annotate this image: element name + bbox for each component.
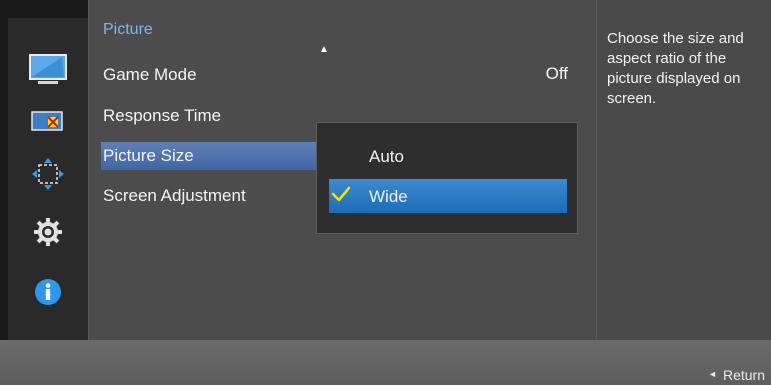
return-button[interactable]: ◄ Return bbox=[708, 367, 765, 383]
menu-item-game-mode[interactable]: Game Mode bbox=[103, 62, 197, 88]
option-auto[interactable]: Auto bbox=[369, 147, 404, 167]
help-text: Choose the size and aspect ratio of the … bbox=[607, 30, 744, 107]
help-panel: Choose the size and aspect ratio of the … bbox=[596, 0, 771, 346]
menu-item-screen-adjustment[interactable]: Screen Adjustment bbox=[103, 183, 246, 209]
menu-item-picture-size[interactable]: Picture Size bbox=[103, 143, 194, 169]
return-arrow-icon: ◄ bbox=[708, 369, 717, 379]
option-selection-highlight bbox=[329, 179, 567, 213]
game-mode-value: Off bbox=[545, 64, 568, 83]
option-wide[interactable]: Wide bbox=[369, 187, 408, 207]
category-sidebar bbox=[8, 18, 88, 340]
return-label: Return bbox=[722, 367, 765, 383]
menu-item-response-time[interactable]: Response Time bbox=[103, 103, 221, 129]
position-icon[interactable] bbox=[24, 154, 72, 194]
panel-title: Picture bbox=[103, 21, 153, 38]
information-icon[interactable] bbox=[24, 272, 72, 312]
picture-size-popup: Auto Wide bbox=[316, 122, 578, 234]
color-icon[interactable] bbox=[24, 102, 72, 142]
settings-icon[interactable] bbox=[24, 212, 72, 252]
picture-icon[interactable] bbox=[24, 50, 72, 90]
bottom-bar: ◄ Return bbox=[0, 340, 771, 385]
checkmark-icon bbox=[331, 186, 351, 202]
scroll-up-icon[interactable]: ▲ bbox=[319, 44, 329, 55]
